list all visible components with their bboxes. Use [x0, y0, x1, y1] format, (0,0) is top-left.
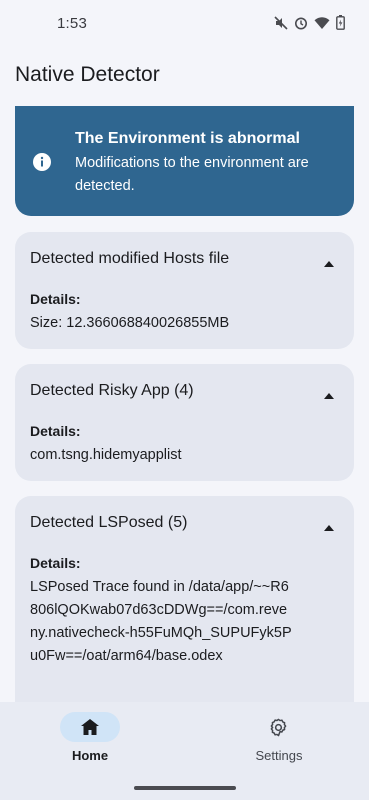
- wifi-icon: [314, 16, 330, 30]
- alarm-icon: [294, 16, 308, 30]
- app-title: Native Detector: [15, 63, 160, 86]
- gesture-handle[interactable]: [134, 786, 236, 790]
- detection-card-hosts[interactable]: Detected modified Hosts file Details: Si…: [15, 232, 354, 349]
- card-details-label: Details:: [30, 423, 81, 439]
- top-app-bar: Native Detector: [0, 48, 369, 106]
- banner-description: Modifications to the environment are det…: [75, 155, 309, 194]
- nav-settings[interactable]: Settings: [184, 702, 368, 782]
- banner-title: The Environment is abnormal: [75, 130, 300, 147]
- home-icon: [81, 719, 99, 740]
- detection-list[interactable]: The Environment is abnormal Modification…: [0, 106, 369, 702]
- card-title: Detected LSPosed (5): [30, 514, 188, 531]
- screen: 1:53 Native Detector The Environment is …: [0, 0, 369, 800]
- card-title: Detected modified Hosts file: [30, 250, 230, 267]
- nav-home-label: Home: [71, 748, 109, 763]
- collapse-arrow-icon[interactable]: [324, 254, 334, 267]
- status-icons: [274, 15, 345, 30]
- card-details-text: Size: 12.366068840026855MB: [30, 315, 230, 331]
- card-details-label: Details:: [30, 555, 81, 571]
- nav-settings-label: Settings: [255, 748, 303, 763]
- card-title: Detected Risky App (4): [30, 382, 194, 399]
- card-details-label: Details:: [30, 291, 81, 307]
- collapse-arrow-icon[interactable]: [324, 518, 334, 531]
- detection-card-lsposed[interactable]: Detected LSPosed (5) Details: LSPosed Tr…: [15, 496, 354, 702]
- detection-card-risky-app[interactable]: Detected Risky App (4) Details: com.tsng…: [15, 364, 354, 481]
- info-icon: [32, 152, 52, 172]
- status-time: 1:53: [57, 15, 87, 32]
- gear-icon: [269, 718, 288, 742]
- status-bar: 1:53: [0, 0, 369, 48]
- mute-icon: [274, 15, 288, 30]
- card-details-text: LSPosed Trace found in /data/app/~~R6806…: [30, 579, 292, 664]
- battery-icon: [336, 15, 345, 30]
- card-details-text: com.tsng.hidemyapplist: [30, 447, 182, 463]
- collapse-arrow-icon[interactable]: [324, 386, 334, 399]
- status-banner: The Environment is abnormal Modification…: [15, 106, 354, 216]
- nav-home[interactable]: Home: [0, 702, 184, 782]
